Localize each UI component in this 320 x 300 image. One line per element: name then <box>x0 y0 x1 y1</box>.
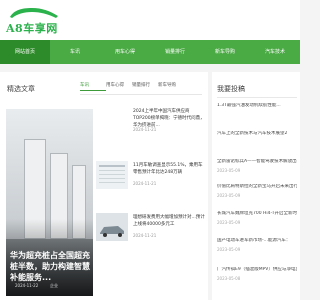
recommend-section-title: 我要投稿 <box>217 85 245 93</box>
tab-news[interactable]: 车讯 <box>80 82 106 91</box>
chart-thumbnail-icon <box>96 161 128 189</box>
list-item[interactable]: 理想研发费用大幅增加预计对...预计上线将40000多元工 2024-11-21 <box>96 213 206 249</box>
recommend-title[interactable]: 全新雷诺标兵A——智能驾驶技术解放出行XX... <box>217 159 297 165</box>
article-thumbnail <box>96 213 128 241</box>
tab-sales-ranking[interactable]: 销量排行 <box>132 82 158 91</box>
main-nav: 网站首页 车讯 用车心得 销量排行 新车导购 汽车技术 <box>0 40 300 64</box>
recommend-date: 2023-05-09 <box>217 168 241 173</box>
recommend-divider <box>217 97 297 98</box>
logo-text: A8车享网 <box>6 22 58 35</box>
list-item[interactable]: 长城汽车魏牌坦克700 Hi4-T开启全新时代... 2023-05-09 <box>217 211 297 226</box>
recommend-title[interactable]: 长城汽车魏牌坦克700 Hi4-T开启全新时代... <box>217 211 297 217</box>
hero-title[interactable]: 华为超充桩占全国超充桩半数，助力构建智慧补能服务... <box>10 250 92 283</box>
site-logo[interactable]: A8车享网 <box>6 6 64 36</box>
article-title[interactable]: 11月车敏调查显示55.1%，乘用车零售预计年比达248万辆 <box>133 162 206 176</box>
nav-car-tech[interactable]: 汽车技术 <box>250 40 300 64</box>
recommend-date: 2023-05-09 <box>217 247 241 252</box>
featured-section-title: 精选文章 <box>7 85 35 93</box>
list-item[interactable]: 广汽传祺E9（插混版MPV）供应与净电卖... 2023-05-08 <box>217 267 297 282</box>
tab-new-car-guide[interactable]: 新车导购 <box>158 82 184 91</box>
car-thumbnail-icon <box>96 213 128 241</box>
list-item[interactable]: 价值比肩特斯拉的全新宝马开启未来出行模... 2023-05-09 <box>217 184 297 199</box>
list-item[interactable]: 11月车敏调查显示55.1%，乘用车零售预计年比达248万辆 2024-11-2… <box>96 161 206 197</box>
nav-news[interactable]: 车讯 <box>50 40 100 64</box>
recommend-title[interactable]: 国产电动车进军新市场-...能源汽车： <box>217 238 297 244</box>
list-item[interactable]: 汽车上的全新技术与汽车技术展望2 <box>217 131 297 140</box>
article-title[interactable]: 理想研发费用大幅增加预计对...预计上线将40000多元工 <box>133 214 206 228</box>
list-item[interactable]: 国产电动车进军新市场-...能源汽车： 2023-05-09 <box>217 238 297 253</box>
recommend-date: 2023-05-08 <box>217 276 241 281</box>
article-thumbnail <box>96 107 128 135</box>
article-date: 2024-11-21 <box>133 181 157 186</box>
nav-new-car-guide[interactable]: 新车导购 <box>200 40 250 64</box>
list-item[interactable]: 全新雷诺标兵A——智能驾驶技术解放出行XX... 2023-05-09 <box>217 159 297 174</box>
list-item[interactable]: 1.3T最强汽油发动机续航性能... <box>217 103 297 112</box>
article-date: 2024-11-21 <box>133 233 157 238</box>
recommend-date: 2023-05-09 <box>217 220 241 225</box>
article-date: 2024-11-21 <box>133 127 157 132</box>
tabs-divider <box>80 94 202 95</box>
hero-date: 2024-11-22 <box>15 283 39 288</box>
article-thumbnail <box>96 161 128 189</box>
featured-panel: 精选文章 车讯 用车心得 销量排行 新车导购 华为超充桩占全国超充桩半数，助力构… <box>0 72 208 300</box>
nav-car-experience[interactable]: 用车心得 <box>100 40 150 64</box>
featured-tabs: 车讯 用车心得 销量排行 新车导购 <box>80 82 184 91</box>
car-logo-icon <box>10 8 58 18</box>
recommend-title[interactable]: 价值比肩特斯拉的全新宝马开启未来出行模... <box>217 184 297 190</box>
nav-home[interactable]: 网站首页 <box>0 40 50 64</box>
hero-article[interactable]: 华为超充桩占全国超充桩半数，助力构建智慧补能服务... 2024-11-22 企… <box>6 109 93 296</box>
list-item[interactable]: 2024上半年中国汽车供应商TOP200榜单揭晓：宁德时代问鼎，华为挤进前...… <box>96 107 206 143</box>
recommend-title[interactable]: 1.3T最强汽油发动机续航性能... <box>217 103 297 109</box>
recommend-title[interactable]: 汽车上的全新技术与汽车技术展望2 <box>217 131 297 137</box>
article-title[interactable]: 2024上半年中国汽车供应商TOP200榜单揭晓：宁德时代问鼎，华为挤进前... <box>133 108 206 129</box>
hero-source: 企业 <box>50 283 58 288</box>
recommend-date: 2023-05-09 <box>217 193 241 198</box>
main-content: 精选文章 车讯 用车心得 销量排行 新车导购 华为超充桩占全国超充桩半数，助力构… <box>0 72 300 300</box>
tab-car-experience[interactable]: 用车心得 <box>106 82 132 91</box>
site-header: A8车享网 <box>0 0 300 40</box>
recommend-panel: 我要投稿 1.3T最强汽油发动机续航性能... 汽车上的全新技术与汽车技术展望2… <box>212 72 300 300</box>
recommend-title[interactable]: 广汽传祺E9（插混版MPV）供应与净电卖... <box>217 267 297 273</box>
nav-sales-ranking[interactable]: 销量排行 <box>150 40 200 64</box>
